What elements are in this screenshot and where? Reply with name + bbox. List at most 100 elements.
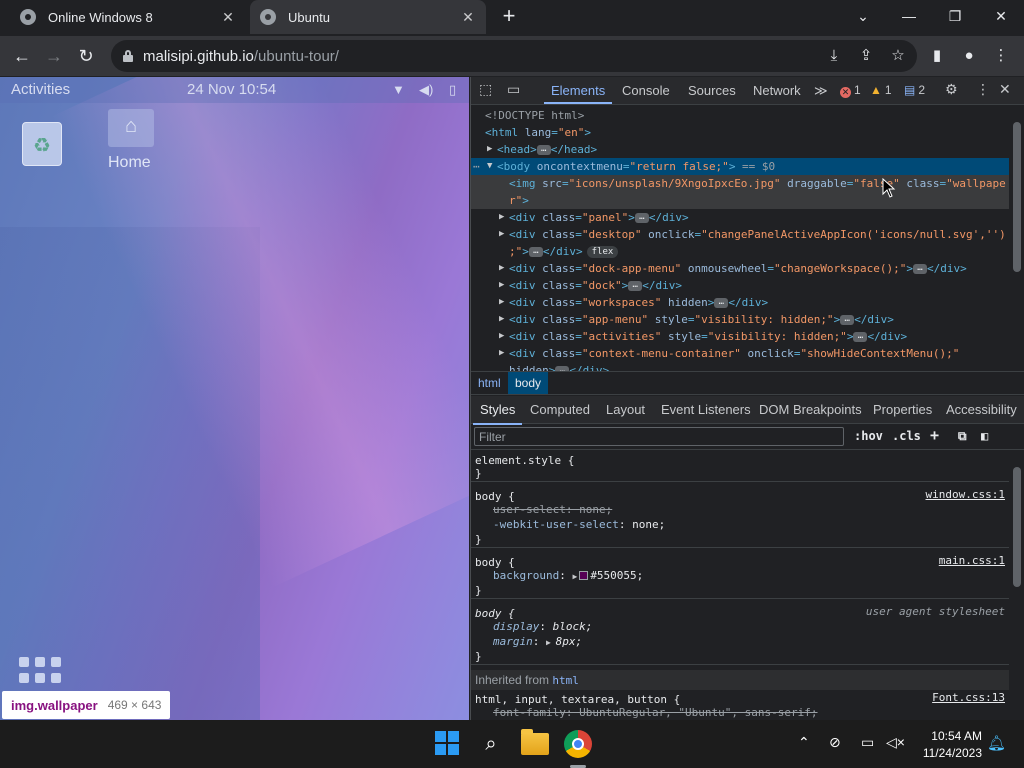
tab-network[interactable]: Network xyxy=(753,83,801,98)
menu-dots-icon[interactable]: ⋮ xyxy=(989,44,1013,68)
show-apps-grid-icon[interactable] xyxy=(19,657,61,685)
tab-close-icon[interactable]: ✕ xyxy=(220,9,236,25)
css-selector[interactable]: body { xyxy=(475,607,515,620)
errors-badge[interactable]: ✕ 1 xyxy=(840,83,861,98)
dom-node-line[interactable]: ▶ <div class="context-menu-container" onc… xyxy=(471,345,1009,362)
ellipsis-icon[interactable]: … xyxy=(536,145,551,155)
ubuntu-desktop[interactable]: Activities 24 Nov 10:54 ▼ ◀) ▯ Home img.… xyxy=(0,77,469,720)
dom-node-line[interactable]: <img src="icons/unsplash/9XngoIpxcEo.jpg… xyxy=(471,175,1009,192)
ellipsis-icon[interactable]: … xyxy=(913,264,928,274)
dom-scrollbar[interactable] xyxy=(1009,106,1024,371)
network-off-icon[interactable]: ⊘ xyxy=(829,734,841,751)
dom-node-line[interactable]: ▶ <div class="dock-app-menu" onmousewheel… xyxy=(471,260,1009,277)
minimize-icon[interactable]: — xyxy=(897,4,921,28)
crumb-html[interactable]: html xyxy=(471,372,508,394)
css-property[interactable]: -webkit-user-select: none; xyxy=(471,517,1009,532)
forward-icon[interactable]: → xyxy=(42,44,66,68)
ellipsis-icon[interactable]: … xyxy=(714,298,729,308)
warnings-badge[interactable]: ▲ 1 xyxy=(870,83,892,97)
dom-node-line[interactable]: r"> xyxy=(471,192,1009,209)
css-property[interactable]: font-family: UbuntuRegular, "Ubuntu", sa… xyxy=(471,705,1009,720)
tab-sources[interactable]: Sources xyxy=(688,83,736,98)
dom-node-line[interactable]: ▶ <head>… </head> xyxy=(471,141,1009,158)
css-selector[interactable]: body { xyxy=(475,556,515,569)
taskbar-date[interactable]: 11/24/2023 xyxy=(916,746,982,760)
bookmark-star-icon[interactable]: ☆ xyxy=(886,44,910,68)
css-property[interactable]: margin: ▶ 8px; xyxy=(471,634,1009,649)
tab-layout[interactable]: Layout xyxy=(606,402,645,417)
tab-elements[interactable]: Elements xyxy=(543,83,613,104)
cls-toggle[interactable]: .cls xyxy=(892,429,921,443)
css-property[interactable]: user-select: none; xyxy=(471,502,1009,517)
tab-event-listeners[interactable]: Event Listeners xyxy=(661,402,751,417)
more-tabs-icon[interactable]: ≫ xyxy=(814,83,828,99)
dom-node-line[interactable]: ▶ <div class="workspaces" hidden>… </div> xyxy=(471,294,1009,311)
start-button[interactable] xyxy=(434,730,462,758)
notification-bell-icon[interactable]: 🔔︎ xyxy=(987,734,1006,752)
devtools-close-icon[interactable]: ✕ xyxy=(999,81,1011,98)
expand-arrow-icon[interactable]: ▶ xyxy=(499,294,504,311)
devtools-menu-icon[interactable]: ⋮ xyxy=(976,81,990,98)
address-bar[interactable]: malisipi.github.io/ubuntu-tour/ xyxy=(111,40,917,72)
messages-badge[interactable]: ▤ 2 xyxy=(904,83,925,97)
css-selector[interactable]: body { xyxy=(475,490,515,503)
css-rule[interactable]: body {main.css:1 background: ▶ #550055;} xyxy=(471,553,1009,599)
css-source-link[interactable]: Font.css:13 xyxy=(932,690,1005,705)
styles-filter-input[interactable] xyxy=(474,427,844,446)
node-actions-icon[interactable]: ⋯ xyxy=(473,158,480,175)
wifi-icon[interactable]: ▼ xyxy=(392,82,405,97)
color-swatch[interactable] xyxy=(579,571,589,580)
volume-icon[interactable]: ◀) xyxy=(419,82,433,98)
panel-clock[interactable]: 24 Nov 10:54 xyxy=(187,81,276,98)
install-icon[interactable]: ⤓ xyxy=(822,44,846,68)
expand-arrow-icon[interactable]: ▶ xyxy=(499,277,504,294)
dom-tree[interactable]: <!DOCTYPE html> <html lang="en"> ▶ <head>… <… xyxy=(471,106,1009,371)
css-rule[interactable]: html, input, textarea, button { Font.css:… xyxy=(471,690,1009,720)
back-icon[interactable]: ← xyxy=(10,44,34,68)
paint-icon[interactable]: ⧉ xyxy=(958,429,967,444)
ellipsis-icon[interactable]: … xyxy=(528,247,543,257)
styles-scrollbar[interactable] xyxy=(1009,451,1024,720)
new-tab-button[interactable]: + xyxy=(499,5,519,27)
dom-node-line[interactable]: ▶ <div class="panel">… </div> xyxy=(471,209,1009,226)
css-source-link[interactable]: main.css:1 xyxy=(939,553,1005,568)
tab-dom-breakpoints[interactable]: DOM Breakpoints xyxy=(759,402,862,417)
inspect-element-icon[interactable]: ⬚ xyxy=(479,81,492,98)
ellipsis-icon[interactable]: … xyxy=(840,315,855,325)
expand-arrow-icon[interactable]: ▶ xyxy=(499,328,504,345)
ellipsis-icon[interactable]: … xyxy=(853,332,868,342)
css-rule[interactable]: body { window.css:1 user-select: none; -web… xyxy=(471,487,1009,548)
css-selector[interactable]: element.style { xyxy=(475,454,574,467)
tab-styles[interactable]: Styles xyxy=(472,402,523,425)
inherited-link[interactable]: html xyxy=(552,674,579,687)
tab-properties[interactable]: Properties xyxy=(873,402,932,417)
css-property[interactable]: background: ▶ #550055; xyxy=(471,568,1009,583)
expand-arrow-icon[interactable]: ▶ xyxy=(546,638,556,647)
collapse-arrow-icon[interactable]: ▼ xyxy=(487,158,492,175)
hov-toggle[interactable]: :hov xyxy=(854,429,883,443)
close-window-icon[interactable]: ✕ xyxy=(989,4,1013,28)
device-toolbar-icon[interactable]: ▭ xyxy=(507,81,520,98)
tab-close-icon[interactable]: ✕ xyxy=(460,9,476,25)
expand-arrow-icon[interactable]: ▶ xyxy=(499,209,504,226)
expand-arrow-icon[interactable]: ▶ xyxy=(499,226,504,243)
expand-arrow-icon[interactable]: ▶ xyxy=(487,141,492,158)
side-panel-icon[interactable]: ▮ xyxy=(925,44,949,68)
new-rule-icon[interactable]: + xyxy=(930,426,939,444)
tab-online-windows-8[interactable]: Online Windows 8 ✕ xyxy=(10,0,246,34)
search-icon[interactable]: ⌕ xyxy=(477,730,505,758)
tab-search-icon[interactable]: ⌄ xyxy=(851,4,875,28)
expand-arrow-icon[interactable]: ▶ xyxy=(572,572,577,581)
css-selector[interactable]: html, input, textarea, button { xyxy=(475,693,680,706)
display-icon[interactable]: ▭ xyxy=(861,734,874,751)
file-explorer-icon[interactable] xyxy=(521,729,549,755)
volume-muted-icon[interactable]: ◁× xyxy=(886,734,905,751)
css-source-link[interactable]: window.css:1 xyxy=(926,487,1005,502)
chrome-icon[interactable] xyxy=(564,730,592,758)
dom-node-line[interactable]: ▶ <div class="activities" style="visibili… xyxy=(471,328,1009,345)
taskbar-time[interactable]: 10:54 AM xyxy=(928,729,982,743)
show-hidden-icons-icon[interactable]: ⌃ xyxy=(798,734,810,751)
battery-icon[interactable]: ▯ xyxy=(449,82,456,98)
lock-icon[interactable] xyxy=(123,50,133,62)
dom-node-line[interactable]: ▶ <div class="desktop" onclick="changePan… xyxy=(471,226,1009,243)
